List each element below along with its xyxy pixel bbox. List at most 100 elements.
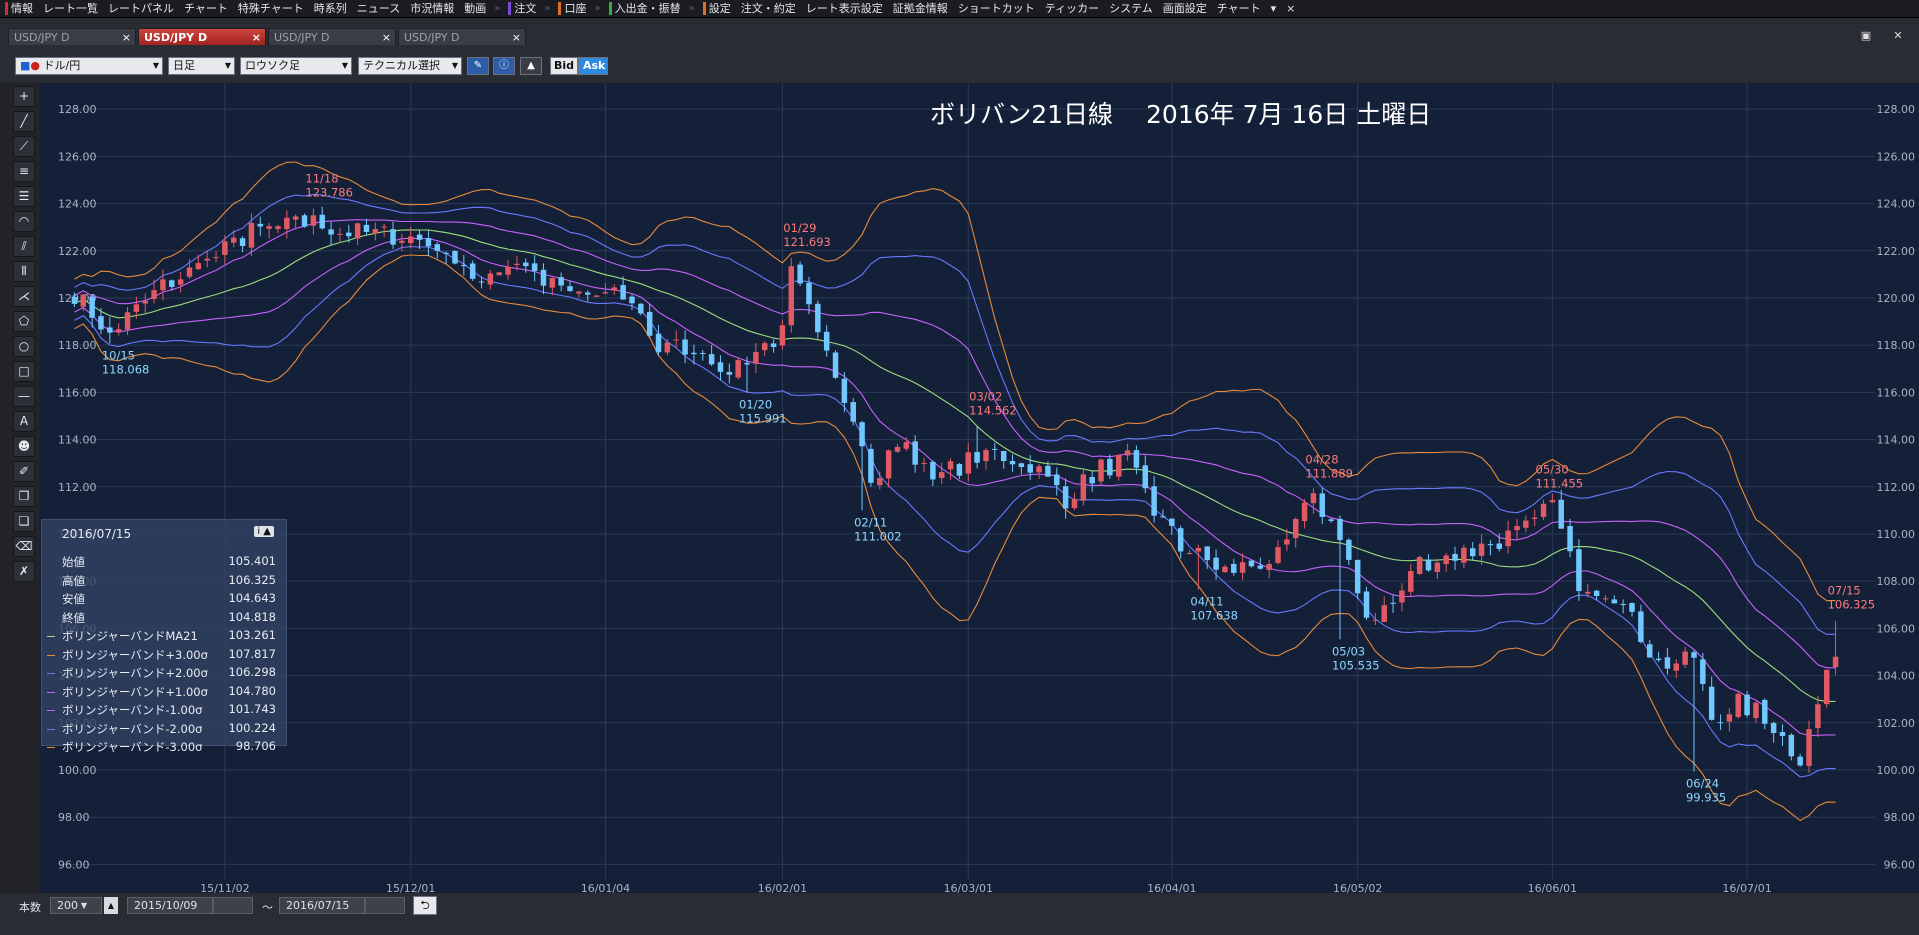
pentagon-icon[interactable]: ⬠ (13, 311, 35, 332)
info-row: 始値 105.401 (42, 554, 288, 571)
menu-item[interactable]: 動画 (459, 0, 491, 17)
y-tick-label-left: 128.00 (58, 103, 97, 116)
tab-4[interactable]: USD/JPY D × (398, 28, 526, 45)
paste-icon[interactable]: ❏ (13, 511, 35, 532)
fibonacci-arc-icon[interactable]: ◠ (13, 211, 35, 232)
y-tick-label-right: 100.00 (1877, 764, 1916, 777)
technical-select[interactable]: テクニカル選択 ▼ (358, 57, 462, 75)
candle-body (947, 461, 954, 470)
horizontal-line-icon[interactable]: — (13, 386, 35, 407)
close-icon[interactable]: × (122, 29, 131, 46)
pitchfork-icon[interactable]: ⋌ (13, 286, 35, 307)
menu-item[interactable]: ティッカー (1040, 0, 1104, 17)
vertical-lines-icon[interactable]: ⦀ (13, 261, 35, 282)
brush-icon[interactable]: ✐ (13, 461, 35, 482)
tab-1[interactable]: USD/JPY D × (8, 28, 136, 45)
circle-icon[interactable]: ○ (13, 336, 35, 357)
menu-item[interactable]: チャート (1212, 0, 1266, 17)
ruler-icon[interactable]: ⟋ (13, 136, 35, 157)
from-time-input[interactable] (213, 897, 253, 914)
info-collapse-icon[interactable]: i ▲ (254, 526, 274, 537)
to-date-input[interactable]: 2016/07/15 (279, 897, 365, 914)
menu-marker (702, 2, 706, 15)
tab-2[interactable]: USD/JPY D × (138, 28, 266, 45)
candle-body (717, 362, 724, 372)
count-input[interactable]: 200 ▼ (50, 897, 102, 914)
stepper-up-icon[interactable]: ▲ (104, 897, 118, 914)
chart-type-select[interactable]: ロウソク足 ▼ (240, 57, 352, 75)
eraser-icon[interactable]: ⌫ (13, 536, 35, 557)
timeframe-select[interactable]: 日足 ▼ (168, 57, 235, 75)
menu-item[interactable]: 口座 (553, 0, 591, 17)
menu-item[interactable]: 情報 (0, 0, 38, 17)
candle-body (1284, 539, 1290, 545)
menu-item[interactable]: ニュース (352, 0, 405, 17)
close-icon[interactable]: × (512, 29, 521, 46)
menu-item[interactable]: レート一覧 (38, 0, 103, 17)
menu-item[interactable]: レートパネル (103, 0, 179, 17)
menu-dropdown-icon[interactable]: ▾ (1266, 0, 1282, 17)
candle-body (558, 277, 564, 286)
info-icon[interactable]: ⓘ (493, 57, 515, 75)
from-date-input[interactable]: 2015/10/09 (127, 897, 213, 914)
menu-item[interactable]: 特殊チャート (233, 0, 309, 17)
menu-item[interactable]: 設定 (698, 0, 736, 17)
bid-button[interactable]: Bid (550, 57, 578, 75)
fibonacci-icon[interactable]: ☰ (13, 186, 35, 207)
close-icon[interactable]: × (382, 29, 391, 46)
eraser-all-icon[interactable]: ✗ (13, 561, 35, 582)
close-window-icon[interactable]: ✕ (1890, 28, 1906, 43)
tab-3[interactable]: USD/JPY D × (268, 28, 396, 45)
rectangle-icon[interactable]: □ (13, 361, 35, 382)
candlestick-chart[interactable]: 128.00 128.00 126.00 126.00 124.00 124.00 122.… (40, 83, 1919, 895)
horizontal-lines-icon[interactable]: ≡ (13, 161, 35, 182)
menu-item[interactable]: 証拠金情報 (888, 0, 953, 17)
ask-button[interactable]: Ask (578, 57, 608, 75)
y-tick-label-right: 124.00 (1877, 198, 1916, 211)
chart-area[interactable]: 128.00 128.00 126.00 126.00 124.00 124.00 122.… (40, 83, 1919, 895)
menu-item[interactable]: システム (1104, 0, 1158, 17)
menu-item[interactable]: ショートカット (953, 0, 1040, 17)
emoji-icon[interactable]: ☻ (13, 436, 35, 457)
text-icon[interactable]: A (13, 411, 35, 432)
candle-body (708, 354, 715, 365)
copy-icon[interactable]: ❐ (13, 486, 35, 507)
reset-range-icon[interactable]: ⮌ (413, 896, 437, 915)
info-value: 106.298 (228, 665, 276, 679)
candle-body (407, 236, 414, 244)
candle-body (1531, 517, 1538, 519)
count-label: 本数 (19, 901, 41, 914)
menu-close-icon[interactable]: × (1281, 0, 1300, 17)
menu-item[interactable]: 注文 (503, 0, 541, 17)
trendline-icon[interactable]: ╱ (13, 111, 35, 132)
menu-item[interactable]: 入出金・振替 (604, 0, 686, 17)
candle-body (1770, 722, 1777, 734)
crosshair-icon[interactable]: + (13, 86, 35, 107)
annotation-value: 99.935 (1686, 791, 1726, 805)
menu-bar: 情報 レート一覧 レートパネル チャート 特殊チャート 時系列 ニュース 市況情報 動画» 注文»… (0, 0, 1919, 18)
candle-body (655, 333, 662, 353)
menu-item[interactable]: 注文・約定 (736, 0, 801, 17)
tab-bar: USD/JPY D × USD/JPY D × USD/JPY D × USD/JPY… (0, 18, 1919, 46)
to-time-input[interactable] (365, 897, 405, 914)
candle-body (107, 327, 113, 333)
menu-item[interactable]: 時系列 (309, 0, 352, 17)
maximize-icon[interactable]: ▣ (1858, 28, 1874, 43)
menu-item-label: チャート (184, 2, 228, 15)
menu-item[interactable]: チャート (179, 0, 233, 17)
stepper-down-icon[interactable]: ▼ (81, 898, 87, 913)
x-tick-label: 16/02/01 (758, 882, 807, 893)
menu-separator-icon: » (688, 3, 695, 14)
menu-marker (608, 2, 612, 15)
candle-body (912, 441, 918, 465)
close-icon[interactable]: × (252, 29, 261, 46)
info-key: 始値 (62, 555, 85, 569)
fan-icon[interactable]: ⫽ (13, 236, 35, 257)
menu-item[interactable]: 画面設定 (1158, 0, 1212, 17)
menu-item[interactable]: 市況情報 (405, 0, 459, 17)
mountain-chart-icon[interactable]: ▲ (520, 57, 542, 75)
menu-item[interactable]: レート表示設定 (801, 0, 888, 17)
currency-pair-select[interactable]: ■● ドル/円 ▼ (15, 57, 163, 75)
pen-icon[interactable]: ✎ (467, 57, 489, 75)
candle-body (602, 292, 609, 294)
